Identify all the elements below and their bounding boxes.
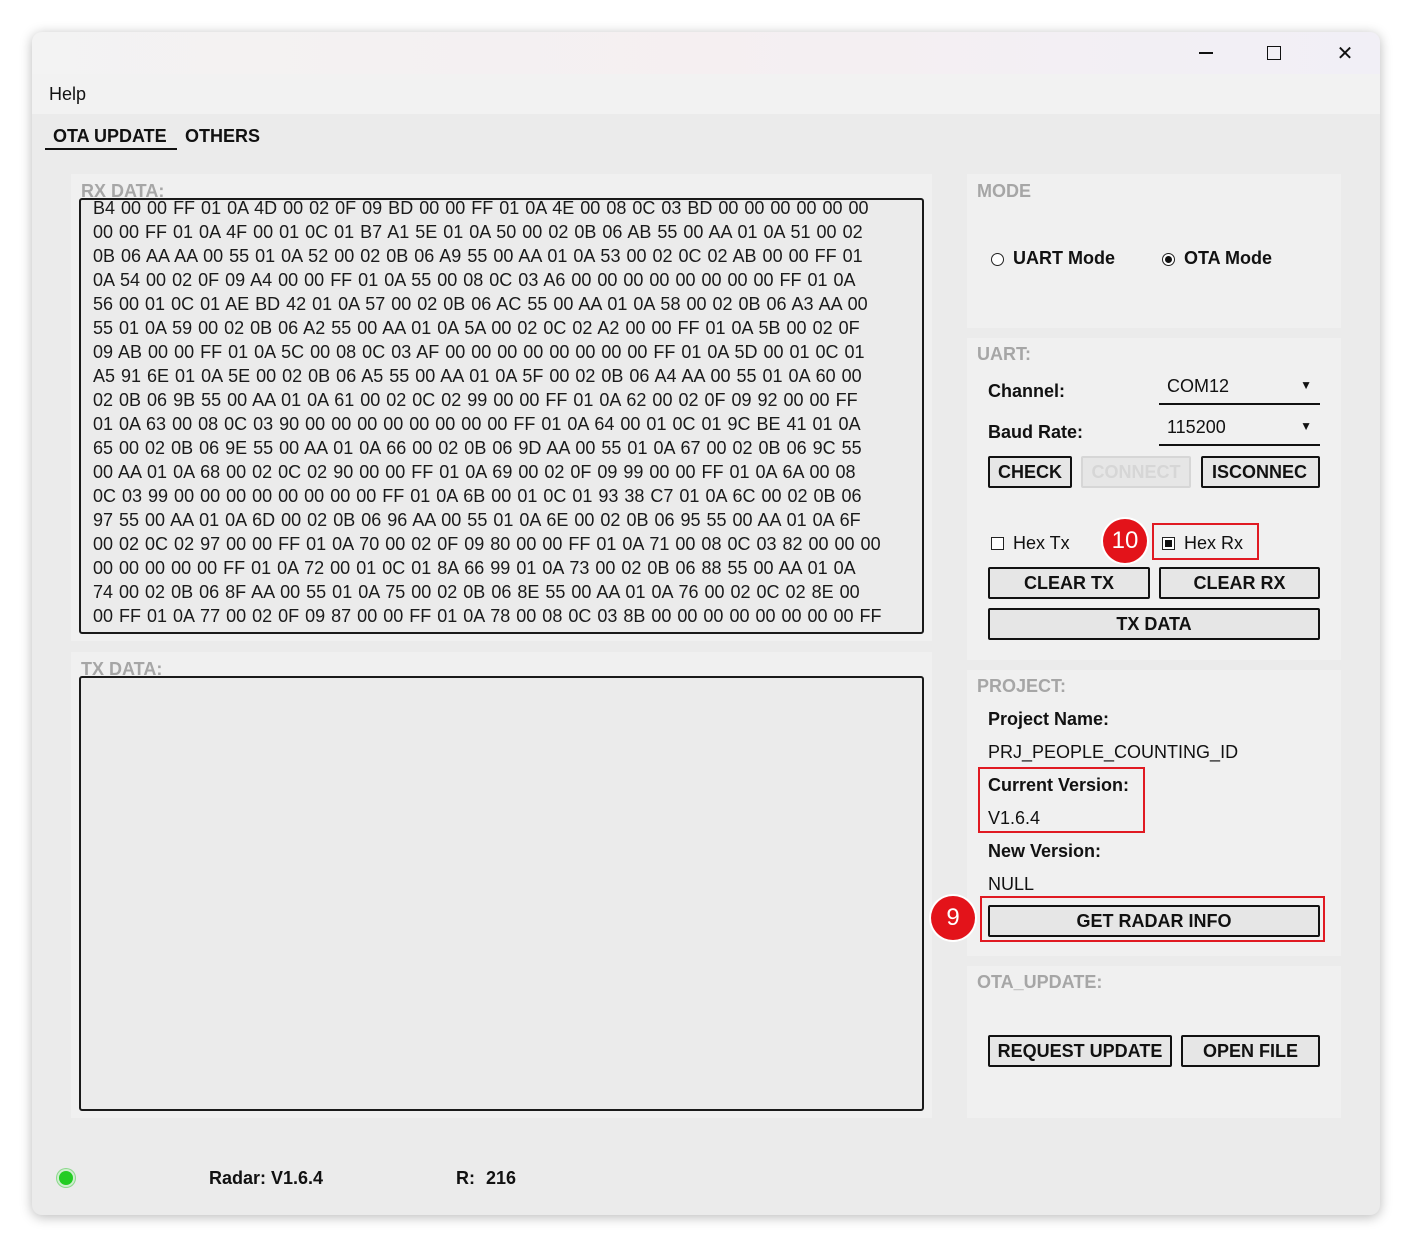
baud-rate-select[interactable]: 115200 ▼	[1159, 412, 1320, 446]
rx-data-line: 09 AB 00 00 FF 01 0A 5C 00 08 0C 03 AF 0…	[93, 342, 865, 362]
tab-ota-update[interactable]: OTA UPDATE	[45, 126, 177, 150]
check-button[interactable]: CHECK	[988, 456, 1072, 488]
rx-data-line: A5 91 6E 01 0A 5E 00 02 0B 06 A5 55 00 A…	[93, 366, 862, 386]
ota-mode-label: OTA Mode	[1184, 248, 1272, 268]
rx-data-line: 00 AA 01 0A 68 00 02 0C 02 90 00 00 FF 0…	[93, 462, 856, 482]
rx-data-line: 55 01 0A 59 00 02 0B 06 A2 55 00 AA 01 0…	[93, 318, 860, 338]
rx-data-line: 01 0A 63 00 08 0C 03 90 00 00 00 00 00 0…	[93, 414, 861, 434]
callout-10: 10	[1103, 519, 1147, 563]
connection-status-indicator	[59, 1171, 73, 1185]
project-name-value: PRJ_PEOPLE_COUNTING_ID	[988, 742, 1239, 762]
maximize-button[interactable]	[1251, 38, 1297, 68]
rx-data-line: 97 55 00 AA 01 0A 6D 00 02 0B 06 96 AA 0…	[93, 510, 861, 530]
connect-button[interactable]: CONNECT	[1081, 456, 1191, 488]
ota-update-title: OTA_UPDATE:	[977, 972, 1103, 992]
minimize-button[interactable]	[1183, 38, 1229, 68]
minimize-icon	[1199, 52, 1213, 54]
tab-others[interactable]: OTHERS	[185, 126, 260, 147]
rx-data-line: 0C 03 99 00 00 00 00 00 00 00 00 FF 01 0…	[93, 486, 862, 506]
rx-data-line: 00 00 00 00 00 FF 01 0A 72 00 01 0C 01 8…	[93, 558, 856, 578]
ota-update-panel: OTA_UPDATE: REQUEST UPDATE OPEN FILE	[967, 966, 1341, 1118]
radar-version-label: Radar:	[209, 1168, 267, 1188]
close-button[interactable]: ✕	[1322, 38, 1368, 68]
rx-data-line: B4 00 00 FF 01 0A 4D 00 02 0F 09 BD 00 0…	[93, 198, 869, 218]
get-radar-info-highlight	[980, 896, 1325, 942]
clear-tx-button[interactable]: CLEAR TX	[988, 567, 1150, 599]
ota-mode-radio[interactable]: OTA Mode	[1162, 248, 1302, 272]
rx-data-line: 00 02 0C 02 97 00 00 FF 01 0A 70 00 02 0…	[93, 534, 881, 554]
clear-rx-button[interactable]: CLEAR RX	[1159, 567, 1320, 599]
tx-data-panel: TX DATA:	[71, 652, 932, 1118]
menu-bar: Help	[32, 74, 1380, 114]
rx-data-panel: RX DATA: B4 00 00 FF 01 0A 4D 00 02 0F 0…	[71, 174, 932, 641]
baud-rate-label: Baud Rate:	[988, 422, 1084, 442]
app-window: ✕ Help OTA UPDATE OTHERS RX DATA: B4 00 …	[32, 32, 1380, 1215]
project-title: PROJECT:	[977, 676, 1067, 696]
uart-title: UART:	[977, 344, 1031, 364]
maximize-icon	[1267, 46, 1281, 60]
close-icon: ✕	[1336, 41, 1354, 65]
menu-help[interactable]: Help	[49, 84, 86, 105]
project-name-label: Project Name:	[988, 709, 1110, 729]
new-version-label: New Version:	[988, 841, 1102, 861]
open-file-button[interactable]: OPEN FILE	[1181, 1035, 1320, 1067]
rx-data-line: 74 00 02 0B 06 8F AA 00 55 01 0A 75 00 0…	[93, 582, 860, 602]
uart-mode-radio-circle	[991, 253, 1004, 266]
mode-panel: MODE UART Mode OTA Mode	[967, 174, 1341, 328]
baud-rate-value: 115200	[1167, 417, 1226, 437]
title-bar: ✕	[32, 32, 1380, 74]
hex-tx-checkbox[interactable]: Hex Tx	[991, 533, 1091, 557]
chevron-down-icon: ▼	[1300, 419, 1312, 433]
tab-others-label: OTHERS	[185, 126, 261, 146]
channel-value: COM12	[1167, 376, 1230, 396]
r-label: R:	[456, 1168, 475, 1188]
rx-data-line: 65 00 02 0B 06 9E 55 00 AA 01 0A 66 00 0…	[93, 438, 862, 458]
hex-rx-highlight	[1152, 523, 1259, 560]
disconnect-button[interactable]: ISCONNEC	[1201, 456, 1320, 488]
channel-select[interactable]: COM12 ▼	[1159, 371, 1320, 405]
rx-data-line: 56 00 01 0C 01 AE BD 42 01 0A 57 00 02 0…	[93, 294, 868, 314]
hex-tx-check-box	[991, 537, 1004, 550]
chevron-down-icon: ▼	[1300, 378, 1312, 392]
new-version-value: NULL	[988, 874, 1035, 894]
current-version-highlight	[978, 767, 1145, 833]
rx-data-line: 02 0B 06 9B 55 00 AA 01 0A 61 00 02 0C 0…	[93, 390, 858, 410]
rx-data-content: B4 00 00 FF 01 0A 4D 00 02 0F 09 BD 00 0…	[93, 198, 913, 628]
rx-data-line: 0B 06 AA AA 00 55 01 0A 52 00 02 0B 06 A…	[93, 246, 863, 266]
mode-title: MODE	[977, 181, 1031, 201]
hex-tx-label: Hex Tx	[1013, 533, 1070, 553]
rx-data-line: 00 FF 01 0A 77 00 02 0F 09 87 00 00 FF 0…	[93, 606, 882, 626]
tx-data-textbox[interactable]	[79, 676, 924, 1111]
tx-data-button[interactable]: TX DATA	[988, 608, 1320, 640]
rx-data-line: 0A 54 00 02 0F 09 A4 00 00 FF 01 0A 55 0…	[93, 270, 856, 290]
rx-data-line: 00 00 FF 01 0A 4F 00 01 0C 01 B7 A1 5E 0…	[93, 222, 863, 242]
tab-ota-update-label: OTA UPDATE	[53, 126, 167, 146]
uart-panel: UART: Channel: COM12 ▼ Baud Rate: 115200…	[967, 338, 1341, 660]
radar-version-value: V1.6.4	[271, 1168, 324, 1188]
ota-mode-radio-circle	[1162, 253, 1175, 266]
channel-label: Channel:	[988, 381, 1066, 401]
uart-mode-radio[interactable]: UART Mode	[991, 248, 1131, 272]
rx-data-textbox[interactable]: B4 00 00 FF 01 0A 4D 00 02 0F 09 BD 00 0…	[79, 198, 924, 634]
r-value: 216	[486, 1168, 517, 1188]
uart-mode-label: UART Mode	[1013, 248, 1115, 268]
request-update-button[interactable]: REQUEST UPDATE	[988, 1035, 1172, 1067]
callout-9: 9	[931, 896, 975, 940]
